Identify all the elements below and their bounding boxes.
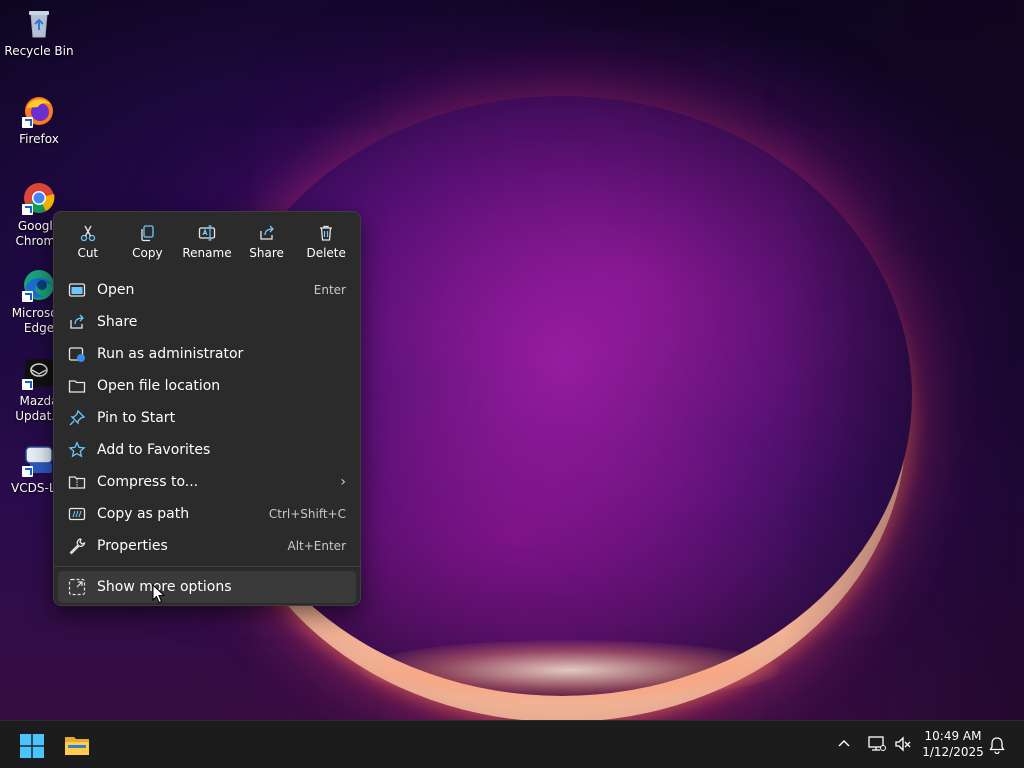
share-icon xyxy=(259,225,274,240)
desktop-icon-recycle-bin[interactable]: Recycle Bin xyxy=(1,6,77,59)
menu-item-shortcut: Enter xyxy=(313,283,346,297)
rename-button[interactable]: Rename xyxy=(177,220,237,270)
share-quick-button[interactable]: Share xyxy=(237,220,297,270)
shortcut-arrow-icon xyxy=(22,204,33,215)
menu-item-shortcut: Ctrl+Shift+C xyxy=(268,507,346,521)
menu-item-label: Open file location xyxy=(97,378,221,394)
chrome-icon xyxy=(22,181,56,215)
menu-item-show-more-options[interactable]: Show more options xyxy=(58,571,356,603)
network-icon[interactable] xyxy=(868,736,886,752)
wallpaper-shade xyxy=(784,0,1024,720)
wallpaper-glow xyxy=(360,640,780,700)
path-icon xyxy=(68,505,86,523)
copy-button[interactable]: Copy xyxy=(118,220,178,270)
volume-muted-icon[interactable] xyxy=(894,736,912,752)
edge-icon xyxy=(22,268,56,302)
shortcut-arrow-icon xyxy=(22,117,33,128)
chevron-up-icon[interactable] xyxy=(837,737,851,751)
menu-item-label: Compress to... xyxy=(97,474,199,490)
clock-date: 1/12/2025 xyxy=(922,745,984,759)
star-icon xyxy=(68,441,86,459)
open-window-icon xyxy=(68,281,86,299)
menu-item-label: Share xyxy=(97,314,138,330)
menu-item-label: Show more options xyxy=(97,579,232,595)
menu-item-label: Properties xyxy=(97,538,168,554)
share-label: Share xyxy=(249,246,284,260)
more-options-icon xyxy=(68,578,86,596)
menu-item-compress-to[interactable]: Compress to... › xyxy=(58,466,356,498)
desktop-icon-label: Recycle Bin xyxy=(4,44,74,58)
taskbar: 10:49 AM 1/12/2025 xyxy=(0,720,1024,768)
recycle-bin-icon xyxy=(22,6,56,40)
delete-label: Delete xyxy=(306,246,346,260)
menu-item-label: Pin to Start xyxy=(97,410,176,426)
trash-icon xyxy=(320,225,333,241)
desktop-icon-label: Firefox xyxy=(19,132,59,146)
menu-item-pin-to-start[interactable]: Pin to Start xyxy=(58,402,356,434)
chevron-right-icon: › xyxy=(340,474,346,490)
copy-label: Copy xyxy=(132,246,163,260)
share-icon xyxy=(68,313,86,331)
menu-item-shortcut: Alt+Enter xyxy=(287,539,346,553)
menu-item-open-file-location[interactable]: Open file location xyxy=(58,370,356,402)
menu-item-label: Open xyxy=(97,282,135,298)
folder-icon xyxy=(68,377,86,395)
wrench-icon xyxy=(68,537,86,555)
menu-item-open[interactable]: Open Enter xyxy=(58,274,356,306)
start-icon[interactable] xyxy=(20,734,44,758)
vcds-icon xyxy=(22,443,56,477)
context-menu-quick-actions: Cut Copy Rename Share Delete xyxy=(54,212,360,270)
menu-item-label: Copy as path xyxy=(97,506,190,522)
menu-item-properties[interactable]: Properties Alt+Enter xyxy=(58,530,356,562)
rename-icon xyxy=(198,225,216,241)
notification-icon[interactable] xyxy=(988,736,1006,754)
taskbar-clock[interactable]: 10:49 AM 1/12/2025 xyxy=(918,728,988,760)
menu-item-add-to-favorites[interactable]: Add to Favorites xyxy=(58,434,356,466)
context-menu-items: Open Enter Share Run as administrator Op… xyxy=(54,270,360,603)
desktop-icon-firefox[interactable]: Firefox xyxy=(1,94,77,147)
shield-window-icon xyxy=(68,345,86,363)
pin-icon xyxy=(68,409,86,427)
menu-separator xyxy=(54,566,360,567)
menu-item-label: Run as administrator xyxy=(97,346,244,362)
menu-item-run-as-admin[interactable]: Run as administrator xyxy=(58,338,356,370)
zip-folder-icon xyxy=(68,473,86,491)
menu-item-copy-as-path[interactable]: Copy as path Ctrl+Shift+C xyxy=(58,498,356,530)
clock-time: 10:49 AM xyxy=(924,729,982,743)
cut-button[interactable]: Cut xyxy=(58,220,118,270)
copy-icon xyxy=(141,225,155,242)
mouse-cursor-icon xyxy=(152,584,166,604)
mazda-icon xyxy=(22,356,56,390)
rename-label: Rename xyxy=(182,246,232,260)
scissors-icon xyxy=(80,225,95,242)
delete-button[interactable]: Delete xyxy=(296,220,356,270)
shortcut-arrow-icon xyxy=(22,291,33,302)
menu-item-label: Add to Favorites xyxy=(97,442,211,458)
shortcut-arrow-icon xyxy=(22,379,33,390)
context-menu: Cut Copy Rename Share Delete Open Enter … xyxy=(53,211,361,606)
firefox-icon xyxy=(22,94,56,128)
menu-item-share[interactable]: Share xyxy=(58,306,356,338)
cut-label: Cut xyxy=(77,246,99,260)
file-explorer-icon[interactable] xyxy=(64,733,90,757)
shortcut-arrow-icon xyxy=(22,466,33,477)
